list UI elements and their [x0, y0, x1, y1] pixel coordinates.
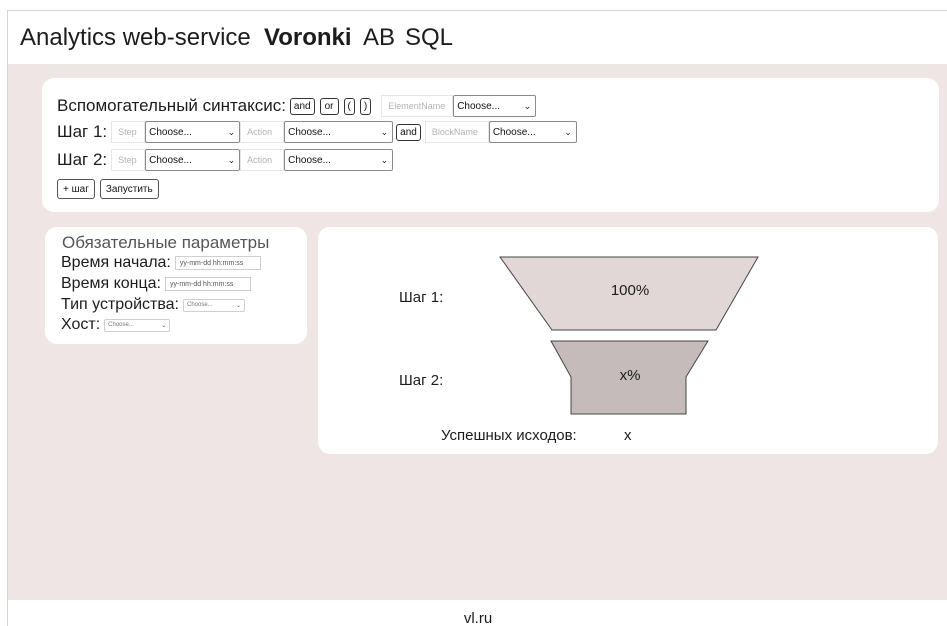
syntax-row: Вспомогательный синтаксис: and or ( ) El… [57, 95, 540, 117]
and-button[interactable]: and [289, 97, 315, 115]
end-time-input[interactable]: yy-mm-dd hh:mm:ss [165, 277, 251, 291]
funnel-result-card: Шаг 1: Шаг 2: 100% x% Успешных исходов: … [318, 227, 938, 454]
host-select[interactable]: Choose... ⌄ [104, 318, 171, 332]
run-button[interactable]: Запустить [99, 179, 159, 199]
step-1-block-select[interactable]: Choose... ⌄ [488, 121, 577, 143]
params-title: Обязательные параметры [62, 233, 270, 252]
step-1-step-field[interactable]: Step [111, 121, 146, 143]
device-type-select[interactable]: Choose... ⌄ [183, 298, 245, 312]
chevron-down-icon: ⌄ [564, 126, 572, 137]
step-2-step-field[interactable]: Step [111, 149, 146, 171]
step-1-action-select-value: Choose... [288, 126, 331, 138]
nav-ab[interactable]: AB [363, 24, 395, 52]
chevron-down-icon: ⌄ [227, 154, 236, 165]
header: Analytics web-service Voronki AB SQL [8, 11, 947, 64]
device-type-row: Тип устройства: Choose... ⌄ [61, 296, 245, 314]
page-frame: Analytics web-service Voronki AB SQL Всп… [7, 10, 947, 626]
step-2-action-select[interactable]: Choose... ⌄ [284, 149, 394, 171]
start-time-label: Время начала: [61, 254, 171, 271]
host-select-value: Choose... [108, 322, 134, 328]
close-paren-button[interactable]: ) [359, 97, 372, 115]
chevron-down-icon: ⌄ [523, 100, 532, 111]
footer-text: vl.ru [463, 610, 493, 626]
funnel-step-1-value: 100% [610, 282, 650, 299]
step-1-action-field[interactable]: Action [240, 121, 285, 143]
step-2-step-select-value: Choose... [149, 154, 192, 166]
step-1-action-select[interactable]: Choose... ⌄ [284, 121, 394, 143]
element-select[interactable]: Choose... ⌄ [453, 95, 537, 117]
funnel-builder-card: Вспомогательный синтаксис: and or ( ) El… [42, 78, 939, 212]
nav-sql[interactable]: SQL [405, 24, 453, 52]
success-label: Успешных исходов: [441, 427, 577, 444]
chevron-down-icon: ⌄ [235, 302, 241, 309]
success-value: x [624, 427, 632, 444]
chevron-down-icon: ⌄ [227, 126, 236, 137]
or-button[interactable]: or [319, 97, 339, 115]
step-1-and-button[interactable]: and [396, 123, 421, 141]
device-type-select-value: Choose... [187, 302, 213, 308]
step-2-action-select-value: Choose... [288, 154, 331, 166]
chevron-down-icon: ⌄ [161, 322, 167, 329]
open-paren-button[interactable]: ( [343, 97, 355, 115]
app-title: Analytics web-service [20, 24, 251, 51]
step-1-block-name-field[interactable]: BlockName [424, 121, 489, 143]
required-params-card: Обязательные параметры Время начала: yy-… [45, 227, 307, 344]
add-step-button[interactable]: + шаг [57, 179, 95, 199]
actions-row: + шаг Запустить [57, 179, 164, 199]
step-2-row: Шаг 2: Step Choose... ⌄ Action Choose...… [57, 149, 397, 171]
step-1-step-select[interactable]: Choose... ⌄ [145, 121, 241, 143]
syntax-label: Вспомогательный синтаксис: [57, 96, 286, 115]
start-time-input[interactable]: yy-mm-dd hh:mm:ss [174, 256, 261, 270]
element-name-field[interactable]: ElementName [381, 95, 454, 117]
element-select-value: Choose... [457, 100, 501, 112]
device-type-label: Тип устройства: [61, 296, 179, 313]
chevron-down-icon: ⌄ [380, 154, 389, 165]
funnel-step-2-value: x% [619, 367, 641, 384]
host-label: Хост: [61, 316, 101, 333]
step-1-label: Шаг 1: [57, 122, 108, 141]
nav-voronki[interactable]: Voronki [264, 24, 352, 52]
step-1-row: Шаг 1: Step Choose... ⌄ Action Choose...… [57, 121, 581, 143]
step-2-label: Шаг 2: [57, 150, 108, 169]
chevron-down-icon: ⌄ [380, 126, 389, 137]
start-time-row: Время начала: yy-mm-dd hh:mm:ss [61, 254, 261, 272]
step-2-step-select[interactable]: Choose... ⌄ [145, 149, 241, 171]
main-content: Вспомогательный синтаксис: and or ( ) El… [8, 64, 947, 600]
footer: vl.ru [8, 600, 947, 626]
step-1-step-select-value: Choose... [149, 126, 192, 138]
host-row: Хост: Choose... ⌄ [61, 316, 171, 334]
end-time-row: Время конца: yy-mm-dd hh:mm:ss [61, 275, 251, 293]
end-time-label: Время конца: [61, 275, 161, 292]
step-2-action-field[interactable]: Action [240, 149, 285, 171]
step-1-block-select-value: Choose... [492, 126, 536, 138]
funnel-diagram [499, 256, 759, 415]
